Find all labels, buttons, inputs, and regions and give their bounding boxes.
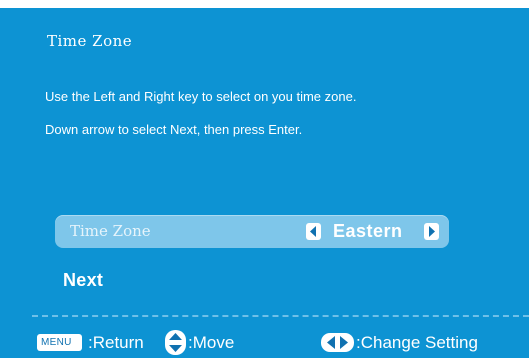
footer-hints: MENU :Return :Move :Change Setting [0,330,529,356]
next-button[interactable]: Next [63,270,103,291]
footer-divider [32,315,529,317]
change-setting-hint: :Change Setting [356,333,478,352]
time-zone-value: Eastern [333,221,403,241]
page-title: Time Zone [47,32,133,50]
up-down-move-icon [165,330,186,355]
time-zone-label: Time Zone [70,222,151,240]
menu-key-label: MENU [41,337,72,348]
menu-key-icon: MENU [37,334,82,351]
left-right-change-icon [321,333,354,352]
instruction-line-2: Down arrow to select Next, then press En… [45,122,303,137]
instruction-line-1: Use the Left and Right key to select on … [45,89,357,104]
tv-setup-screen: Time Zone Use the Left and Right key to … [0,0,529,358]
left-arrow-icon[interactable] [306,223,321,240]
move-hint: :Move [188,333,235,352]
time-zone-setting-row[interactable]: Time Zone Eastern [55,215,449,248]
top-border [0,0,529,8]
right-arrow-icon[interactable] [424,223,439,240]
return-hint: :Return [88,333,144,352]
